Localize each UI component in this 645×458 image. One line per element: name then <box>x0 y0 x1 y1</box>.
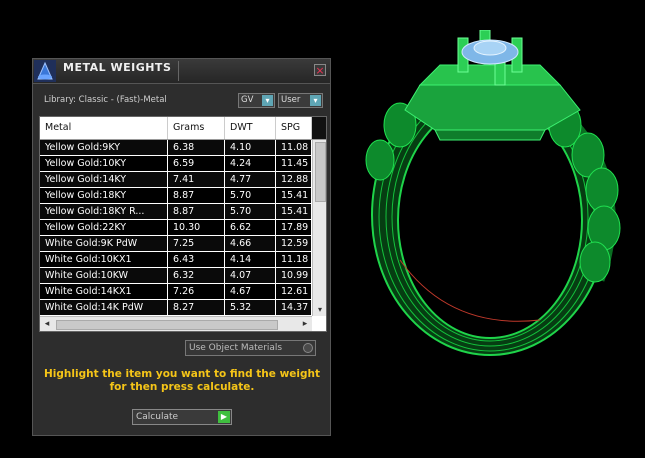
vertical-scrollbar[interactable]: ▾ <box>312 140 326 316</box>
table-cell: 8.87 <box>168 204 225 219</box>
table-cell: Yellow Gold:18KY R... <box>40 204 168 219</box>
dialog-titlebar[interactable]: METAL WEIGHTS × <box>33 59 330 84</box>
table-cell: 7.41 <box>168 172 225 187</box>
gv-select-value: GV <box>241 95 254 105</box>
radio-icon[interactable] <box>303 343 313 353</box>
library-label: Library: Classic - (Fast)-Metal <box>44 95 167 105</box>
table-cell: 8.27 <box>168 300 225 315</box>
table-cell: 4.24 <box>225 156 276 171</box>
table-cell: White Gold:10KW <box>40 268 168 283</box>
table-cell: 12.88 <box>276 172 312 187</box>
metal-weights-dialog: METAL WEIGHTS × Library: Classic - (Fast… <box>32 58 331 436</box>
table-cell: White Gold:14KX1 <box>40 284 168 299</box>
calculate-label: Calculate <box>136 412 179 422</box>
user-select[interactable]: User ▾ <box>278 93 323 108</box>
instruction-text: Highlight the item you want to find the … <box>41 368 323 394</box>
table-cell: White Gold:10KX1 <box>40 252 168 267</box>
table-cell: White Gold:9K PdW <box>40 236 168 251</box>
instruction-line-2: for then press calculate. <box>109 381 255 393</box>
table-cell: 7.25 <box>168 236 225 251</box>
table-cell: 6.59 <box>168 156 225 171</box>
instruction-line-1: Highlight the item you want to find the … <box>44 368 320 380</box>
column-header-spg[interactable]: SPG <box>276 117 312 139</box>
table-cell: 15.41 <box>276 188 312 203</box>
horizontal-scrollbar[interactable]: ◂ ▸ <box>40 316 312 331</box>
play-arrow-icon[interactable]: ▶ <box>218 411 230 423</box>
table-row[interactable]: White Gold:9K PdW 7.25 4.66 12.59 <box>40 236 312 252</box>
table-cell: 4.77 <box>225 172 276 187</box>
dialog-title: METAL WEIGHTS <box>63 61 172 74</box>
table-cell: 6.32 <box>168 268 225 283</box>
column-header-grams[interactable]: Grams <box>168 117 225 139</box>
table-cell: 8.87 <box>168 188 225 203</box>
dropdown-arrow-icon[interactable]: ▾ <box>310 95 321 106</box>
table-cell: 4.10 <box>225 140 276 155</box>
table-header: Metal Grams DWT SPG <box>40 117 326 140</box>
table-cell: 14.37 <box>276 300 312 315</box>
table-cell: Yellow Gold:22KY <box>40 220 168 235</box>
metal-table: Metal Grams DWT SPG Yellow Gold:9KY 6.38 4… <box>39 116 327 332</box>
column-header-metal[interactable]: Metal <box>40 117 168 139</box>
table-cell: 15.41 <box>276 204 312 219</box>
table-cell: White Gold:14K PdW <box>40 300 168 315</box>
table-row[interactable]: Yellow Gold:9KY 6.38 4.10 11.08 <box>40 140 312 156</box>
table-cell: 12.61 <box>276 284 312 299</box>
ring-3d-model[interactable] <box>340 30 640 370</box>
table-cell: 17.89 <box>276 220 312 235</box>
table-cell: 10.99 <box>276 268 312 283</box>
table-cell: 4.67 <box>225 284 276 299</box>
table-row[interactable]: White Gold:10KX1 6.43 4.14 11.18 <box>40 252 312 268</box>
table-cell: 5.32 <box>225 300 276 315</box>
calculate-button[interactable]: Calculate ▶ <box>132 409 232 425</box>
table-cell: Yellow Gold:18KY <box>40 188 168 203</box>
table-row[interactable]: Yellow Gold:22KY 10.30 6.62 17.89 <box>40 220 312 236</box>
table-row[interactable]: Yellow Gold:18KY R... 8.87 5.70 15.41 <box>40 204 312 220</box>
app-logo-icon <box>34 60 56 82</box>
table-row[interactable]: White Gold:14K PdW 8.27 5.32 14.37 <box>40 300 312 316</box>
gv-select[interactable]: GV ▾ <box>238 93 275 108</box>
table-cell: 4.14 <box>225 252 276 267</box>
table-cell: Yellow Gold:9KY <box>40 140 168 155</box>
vertical-scroll-thumb[interactable] <box>315 142 326 202</box>
close-button[interactable]: × <box>314 64 326 76</box>
table-row[interactable]: White Gold:10KW 6.32 4.07 10.99 <box>40 268 312 284</box>
use-object-materials-label: Use Object Materials <box>189 343 283 353</box>
table-cell: 11.45 <box>276 156 312 171</box>
scroll-down-icon[interactable]: ▾ <box>315 305 325 315</box>
table-row[interactable]: Yellow Gold:10KY 6.59 4.24 11.45 <box>40 156 312 172</box>
table-cell: 7.26 <box>168 284 225 299</box>
column-header-dwt[interactable]: DWT <box>225 117 276 139</box>
table-body: Yellow Gold:9KY 6.38 4.10 11.08 Yellow Gold:… <box>40 140 312 316</box>
table-cell: 11.08 <box>276 140 312 155</box>
table-cell: 6.62 <box>225 220 276 235</box>
table-cell: Yellow Gold:10KY <box>40 156 168 171</box>
dropdown-arrow-icon[interactable]: ▾ <box>262 95 273 106</box>
use-object-materials-toggle[interactable]: Use Object Materials <box>185 340 316 356</box>
table-cell: 4.07 <box>225 268 276 283</box>
table-row[interactable]: Yellow Gold:14KY 7.41 4.77 12.88 <box>40 172 312 188</box>
table-cell: Yellow Gold:14KY <box>40 172 168 187</box>
scroll-right-icon[interactable]: ▸ <box>300 318 310 330</box>
horizontal-scroll-thumb[interactable] <box>56 320 278 330</box>
table-cell: 10.30 <box>168 220 225 235</box>
title-separator <box>178 61 179 81</box>
table-cell: 6.43 <box>168 252 225 267</box>
table-cell: 4.66 <box>225 236 276 251</box>
table-row[interactable]: White Gold:14KX1 7.26 4.67 12.61 <box>40 284 312 300</box>
table-cell: 5.70 <box>225 204 276 219</box>
table-cell: 12.59 <box>276 236 312 251</box>
scroll-left-icon[interactable]: ◂ <box>42 318 52 330</box>
table-row[interactable]: Yellow Gold:18KY 8.87 5.70 15.41 <box>40 188 312 204</box>
table-cell: 6.38 <box>168 140 225 155</box>
table-cell: 11.18 <box>276 252 312 267</box>
header-scroll-cap <box>312 117 326 139</box>
user-select-value: User <box>281 95 301 105</box>
table-cell: 5.70 <box>225 188 276 203</box>
